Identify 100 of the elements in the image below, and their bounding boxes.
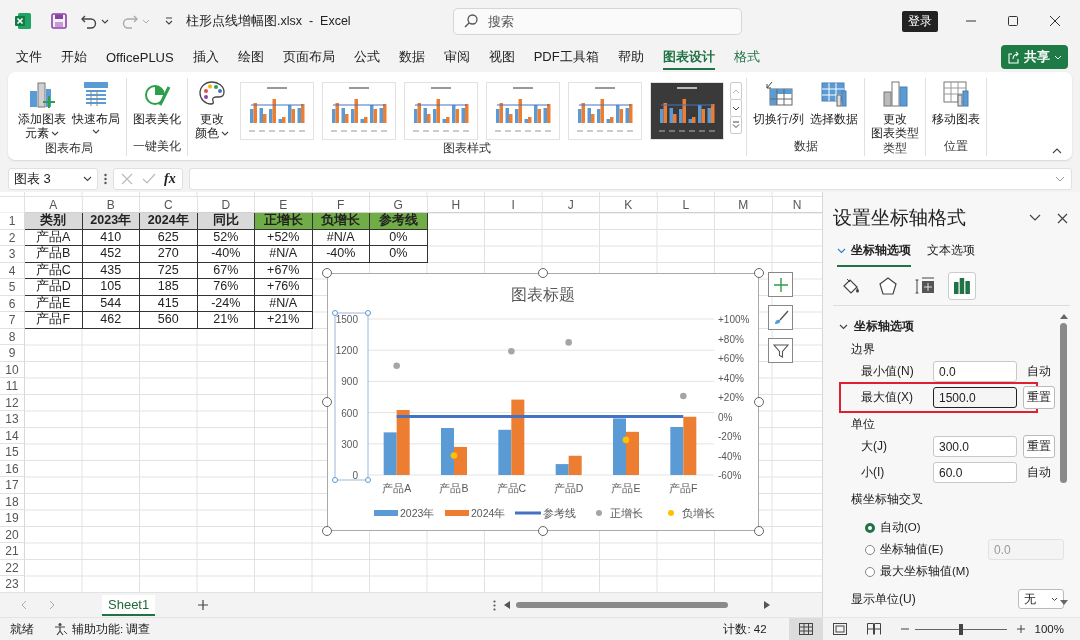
value-field[interactable]: 0.0 bbox=[933, 361, 1017, 382]
menu-tab[interactable]: 数据 bbox=[390, 44, 433, 70]
expand-caret-icon[interactable] bbox=[1055, 176, 1065, 182]
column-header[interactable]: B bbox=[82, 198, 140, 213]
column-header[interactable]: D bbox=[197, 198, 255, 213]
ribbon-button[interactable]: 添加图表 元素 bbox=[16, 78, 68, 141]
menu-tab[interactable]: 视图 bbox=[480, 44, 523, 70]
menu-tab[interactable]: 审阅 bbox=[435, 44, 478, 70]
pane-options-icon[interactable] bbox=[1029, 214, 1041, 222]
ribbon-button[interactable]: 更改 颜色 bbox=[192, 78, 232, 141]
axis-selection-frame[interactable] bbox=[332, 310, 371, 483]
column-header[interactable]: A bbox=[25, 198, 83, 213]
normal-view-button[interactable] bbox=[788, 618, 823, 640]
chart-style-thumbnail[interactable] bbox=[240, 82, 314, 140]
chart-style-thumbnail[interactable] bbox=[568, 82, 642, 140]
section-header[interactable]: 坐标轴选项 bbox=[839, 318, 914, 335]
row-number[interactable]: 11 bbox=[0, 378, 25, 395]
search-field[interactable]: 搜索 bbox=[452, 7, 742, 35]
row-number[interactable]: 5 bbox=[0, 279, 25, 296]
resize-handle[interactable] bbox=[754, 268, 764, 278]
reset-button[interactable]: 重置 bbox=[1023, 435, 1055, 458]
chart-style-thumbnail[interactable] bbox=[322, 82, 396, 140]
menu-tab[interactable]: 文件 bbox=[8, 44, 50, 70]
sign-in-button[interactable]: 登录 bbox=[902, 10, 938, 32]
resize-handle[interactable] bbox=[754, 526, 764, 536]
row-number[interactable]: 7 bbox=[0, 312, 25, 329]
row-number[interactable]: 19 bbox=[0, 510, 25, 527]
menu-tab[interactable]: PDF工具箱 bbox=[525, 44, 607, 70]
reset-button[interactable]: 重置 bbox=[1023, 386, 1055, 409]
chart-style-thumbnail[interactable] bbox=[404, 82, 478, 140]
chart-filter-button[interactable] bbox=[768, 338, 793, 363]
scroll-down-button[interactable] bbox=[730, 99, 742, 117]
resize-handle[interactable] bbox=[322, 268, 332, 278]
accessibility-button[interactable]: 辅助功能: 调查 bbox=[54, 621, 151, 637]
chart[interactable]: 图表标题 0 300 600 900 1200 1500 -60% -40% -20% 0% +20% +40% +60% +80% +100% 产品A 产品B 产品C 产品D 产品E 产品F 2023年 2024年 参考线 正增长 负增长 bbox=[327, 273, 759, 531]
ribbon-button[interactable]: 切换行/列 bbox=[751, 78, 807, 127]
ribbon-button[interactable]: 图表美化 bbox=[131, 78, 183, 127]
formula-field[interactable] bbox=[188, 168, 1072, 190]
slider-thumb[interactable] bbox=[958, 623, 963, 635]
add-sheet-icon[interactable] bbox=[197, 599, 210, 611]
save-icon[interactable] bbox=[50, 12, 68, 30]
resize-handle[interactable] bbox=[322, 526, 332, 536]
menu-tab[interactable]: 绘图 bbox=[229, 44, 272, 70]
zoom-in-icon[interactable] bbox=[1016, 625, 1025, 633]
menu-tab[interactable]: 插入 bbox=[184, 44, 227, 70]
check-icon[interactable] bbox=[142, 172, 156, 186]
radio-option[interactable]: 坐标轴值(E) bbox=[865, 542, 944, 557]
row-number[interactable]: 13 bbox=[0, 411, 25, 428]
zoom-level-text[interactable]: 100% bbox=[1034, 623, 1064, 635]
insert-function-button[interactable]: fx bbox=[164, 171, 176, 187]
column-header[interactable]: N bbox=[772, 198, 822, 213]
column-header[interactable]: E bbox=[255, 198, 313, 213]
ribbon-button[interactable]: 选择数据 bbox=[808, 78, 861, 127]
column-header[interactable]: M bbox=[715, 198, 773, 213]
column-header[interactable]: I bbox=[485, 198, 543, 213]
value-field[interactable]: 1500.0 bbox=[933, 387, 1017, 408]
resize-handle[interactable] bbox=[538, 268, 548, 278]
bar-chart-button[interactable] bbox=[948, 272, 976, 300]
chart-elements-button[interactable] bbox=[768, 272, 793, 297]
value-field[interactable]: 60.0 bbox=[933, 462, 1017, 483]
scroll-up-icon[interactable] bbox=[1059, 314, 1068, 319]
radio-option[interactable]: 自动(O) bbox=[865, 520, 921, 535]
value-field[interactable]: 300.0 bbox=[933, 436, 1017, 457]
row-number[interactable]: 15 bbox=[0, 444, 25, 461]
column-header[interactable]: J bbox=[542, 198, 600, 213]
menu-tab[interactable]: 公式 bbox=[345, 44, 388, 70]
menu-tab[interactable]: OfficePLUS bbox=[98, 45, 182, 69]
menu-tab[interactable]: 格式 bbox=[725, 44, 768, 70]
row-number[interactable]: 23 bbox=[0, 576, 25, 593]
chart-styles-button[interactable] bbox=[768, 305, 793, 330]
resize-handle[interactable] bbox=[322, 397, 332, 407]
row-number[interactable]: 9 bbox=[0, 345, 25, 362]
close-icon[interactable] bbox=[1057, 212, 1068, 224]
resize-handle[interactable] bbox=[538, 526, 548, 536]
scroll-right-icon[interactable] bbox=[764, 601, 771, 609]
row-number[interactable]: 3 bbox=[0, 246, 25, 263]
ribbon-button[interactable]: 快速布局 bbox=[70, 78, 122, 135]
menu-tab[interactable]: 图表设计 bbox=[654, 44, 723, 70]
row-number[interactable]: 21 bbox=[0, 543, 25, 560]
chart-style-thumbnail[interactable] bbox=[650, 82, 724, 140]
column-header[interactable]: C bbox=[140, 198, 198, 213]
more-icon[interactable] bbox=[104, 173, 107, 185]
name-box[interactable]: 图表 3 bbox=[8, 168, 98, 190]
chart-style-thumbnail[interactable] bbox=[486, 82, 560, 140]
column-header[interactable]: H bbox=[427, 198, 485, 213]
scrollbar-thumb[interactable] bbox=[516, 602, 729, 608]
radio-option[interactable]: 最大坐标轴值(M) bbox=[865, 564, 970, 579]
row-number[interactable]: 17 bbox=[0, 477, 25, 494]
more-icon[interactable] bbox=[493, 599, 497, 611]
share-button[interactable]: 共享 bbox=[1001, 45, 1068, 69]
menu-tab[interactable]: 开始 bbox=[53, 44, 95, 70]
row-number[interactable]: 1 bbox=[0, 213, 25, 230]
scroll-left-icon[interactable] bbox=[504, 601, 511, 609]
scroll-down-icon[interactable] bbox=[1059, 600, 1068, 605]
zoom-out-icon[interactable] bbox=[900, 625, 909, 633]
resize-handle[interactable] bbox=[754, 397, 764, 407]
pane-tab[interactable]: 文本选项 bbox=[927, 242, 975, 267]
scrollbar-thumb[interactable] bbox=[1060, 323, 1067, 483]
menu-tab[interactable]: 帮助 bbox=[609, 44, 652, 70]
ribbon-button[interactable]: 更改 图表类型 bbox=[869, 78, 922, 141]
